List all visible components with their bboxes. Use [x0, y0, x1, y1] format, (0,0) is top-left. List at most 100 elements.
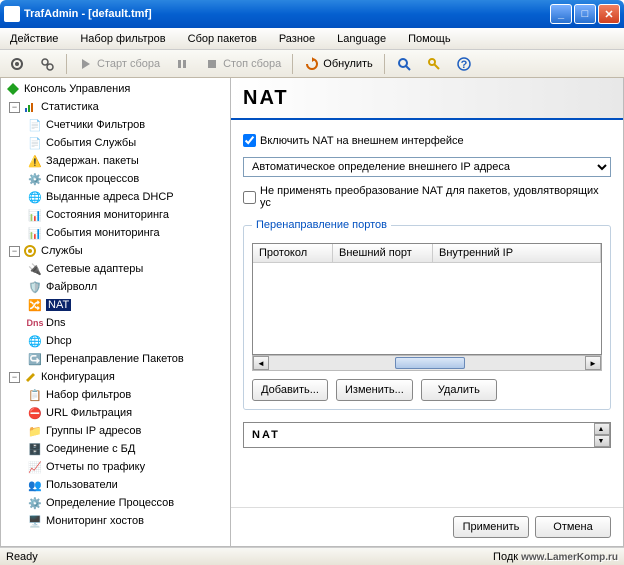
- chart-icon: [22, 99, 38, 115]
- tree-process-list[interactable]: ⚙️Список процессов: [3, 170, 228, 188]
- col-internal-ip[interactable]: Внутренний IP: [433, 244, 601, 262]
- stop-icon: [204, 56, 220, 72]
- tree-db-connection[interactable]: 🗄️Соединение с БД: [3, 440, 228, 458]
- tree-traffic-reports[interactable]: 📈Отчеты по трафику: [3, 458, 228, 476]
- tree-filterset[interactable]: 📋Набор фильтров: [3, 386, 228, 404]
- tree-root[interactable]: Консоль Управления: [3, 80, 228, 98]
- main-panel: NAT Включить NAT на внешнем интерфейсе А…: [231, 78, 623, 546]
- lower-label: NAT: [252, 429, 280, 441]
- tree-packet-redirect[interactable]: ↪️Перенаправление Пакетов: [3, 350, 228, 368]
- status-text: Ready: [6, 551, 38, 563]
- no-transform-label: Не применять преобразование NAT для паке…: [260, 185, 611, 209]
- collapse-icon[interactable]: −: [9, 246, 20, 257]
- spin-down-icon[interactable]: ▼: [594, 435, 610, 447]
- users-icon: 👥: [27, 477, 43, 493]
- console-icon: [5, 81, 21, 97]
- tree-dhcp[interactable]: 🌐Dhcp: [3, 332, 228, 350]
- menu-language[interactable]: Language: [333, 31, 390, 47]
- add-button[interactable]: Добавить...: [252, 379, 328, 401]
- tree-dhcp-addresses[interactable]: 🌐Выданные адреса DHCP: [3, 188, 228, 206]
- help-icon: ?: [456, 56, 472, 72]
- cancel-button[interactable]: Отмена: [535, 516, 611, 538]
- pause-capture-button[interactable]: [169, 53, 195, 75]
- menu-filterset[interactable]: Набор фильтров: [76, 31, 169, 47]
- close-button[interactable]: ✕: [598, 4, 620, 24]
- nat-icon: 🔀: [27, 297, 43, 313]
- report-icon: 📈: [27, 459, 43, 475]
- tool-help[interactable]: ?: [451, 53, 477, 75]
- nic-icon: 🔌: [27, 261, 43, 277]
- tree-filter-counters[interactable]: 📄Счетчики Фильтров: [3, 116, 228, 134]
- tree-url-filter[interactable]: ⛔URL Фильтрация: [3, 404, 228, 422]
- tree-ip-groups[interactable]: 📁Группы IP адресов: [3, 422, 228, 440]
- tree-held-packets[interactable]: ⚠️Задержан. пакеты: [3, 152, 228, 170]
- tree-nat[interactable]: 🔀NAT: [3, 296, 228, 314]
- tree-host-monitor[interactable]: 🖥️Мониторинг хостов: [3, 512, 228, 530]
- tool-gear2[interactable]: [34, 53, 60, 75]
- edit-button[interactable]: Изменить...: [336, 379, 413, 401]
- status-right-prefix: Подк: [493, 551, 518, 563]
- tree-config[interactable]: − Конфигурация: [3, 368, 228, 386]
- redirect-icon: ↪️: [27, 351, 43, 367]
- watermark: www.LamerKomp.ru: [521, 552, 618, 563]
- collapse-icon[interactable]: −: [9, 102, 20, 113]
- doc-icon: 📄: [27, 117, 43, 133]
- col-external-port[interactable]: Внешний порт: [333, 244, 433, 262]
- tree-dns[interactable]: DnsDns: [3, 314, 228, 332]
- monitor-icon: 📊: [27, 225, 43, 241]
- start-capture-button[interactable]: Старт сбора: [73, 53, 165, 75]
- dhcp-icon: 🌐: [27, 333, 43, 349]
- table-body[interactable]: [253, 263, 601, 354]
- main-header: NAT: [231, 78, 623, 120]
- collapse-icon[interactable]: −: [9, 372, 20, 383]
- lower-select[interactable]: NAT ▲ ▼: [243, 422, 611, 448]
- tree-monitor-states[interactable]: 📊Состояния мониторинга: [3, 206, 228, 224]
- tool-gear1[interactable]: [4, 53, 30, 75]
- delete-button[interactable]: Удалить: [421, 379, 497, 401]
- tree-services[interactable]: − Службы: [3, 242, 228, 260]
- scroll-right-icon[interactable]: ►: [585, 356, 601, 370]
- minimize-button[interactable]: _: [550, 4, 572, 24]
- tool-search[interactable]: [391, 53, 417, 75]
- host-icon: 🖥️: [27, 513, 43, 529]
- hscrollbar[interactable]: ◄ ►: [252, 355, 602, 371]
- svg-text:?: ?: [460, 59, 467, 71]
- enable-nat-checkbox[interactable]: [243, 134, 256, 147]
- menu-action[interactable]: Действие: [6, 31, 62, 47]
- no-transform-checkbox[interactable]: [243, 191, 256, 204]
- external-ip-select[interactable]: Автоматическое определение внешнего IP а…: [243, 157, 611, 177]
- menu-misc[interactable]: Разное: [275, 31, 319, 47]
- tree-firewall[interactable]: 🛡️Файрволл: [3, 278, 228, 296]
- port-table[interactable]: Протокол Внешний порт Внутренний IP: [252, 243, 602, 355]
- block-icon: ⛔: [27, 405, 43, 421]
- titlebar: TrafAdmin - [default.tmf] _ □ ✕: [0, 0, 624, 28]
- tree-users[interactable]: 👥Пользователи: [3, 476, 228, 494]
- spin-up-icon[interactable]: ▲: [594, 423, 610, 435]
- tree-adapters[interactable]: 🔌Сетевые адаптеры: [3, 260, 228, 278]
- globe-icon: 🌐: [27, 189, 43, 205]
- tree-process-def[interactable]: ⚙️Определение Процессов: [3, 494, 228, 512]
- doc-icon: 📄: [27, 135, 43, 151]
- menubar: Действие Набор фильтров Сбор пакетов Раз…: [0, 28, 624, 50]
- menu-help[interactable]: Помощь: [404, 31, 455, 47]
- tree-stats[interactable]: − Статистика: [3, 98, 228, 116]
- tree-panel[interactable]: Консоль Управления − Статистика 📄Счетчик…: [1, 78, 231, 546]
- stop-capture-button[interactable]: Стоп сбора: [199, 53, 286, 75]
- tree-service-events[interactable]: 📄События Службы: [3, 134, 228, 152]
- window-title: TrafAdmin - [default.tmf]: [24, 8, 550, 20]
- reset-button[interactable]: Обнулить: [299, 53, 378, 75]
- scroll-left-icon[interactable]: ◄: [253, 356, 269, 370]
- maximize-button[interactable]: □: [574, 4, 596, 24]
- menu-capture[interactable]: Сбор пакетов: [184, 31, 261, 47]
- statusbar: Ready Подк www.LamerKomp.ru: [0, 547, 624, 565]
- apply-button[interactable]: Применить: [453, 516, 529, 538]
- col-protocol[interactable]: Протокол: [253, 244, 333, 262]
- gears-icon: [39, 56, 55, 72]
- filter-icon: 📋: [27, 387, 43, 403]
- wrench-icon: [22, 369, 38, 385]
- tree-monitor-events[interactable]: 📊События мониторинга: [3, 224, 228, 242]
- scroll-thumb[interactable]: [395, 357, 465, 369]
- scroll-track[interactable]: [269, 356, 585, 370]
- tool-key[interactable]: [421, 53, 447, 75]
- process-icon: ⚙️: [27, 495, 43, 511]
